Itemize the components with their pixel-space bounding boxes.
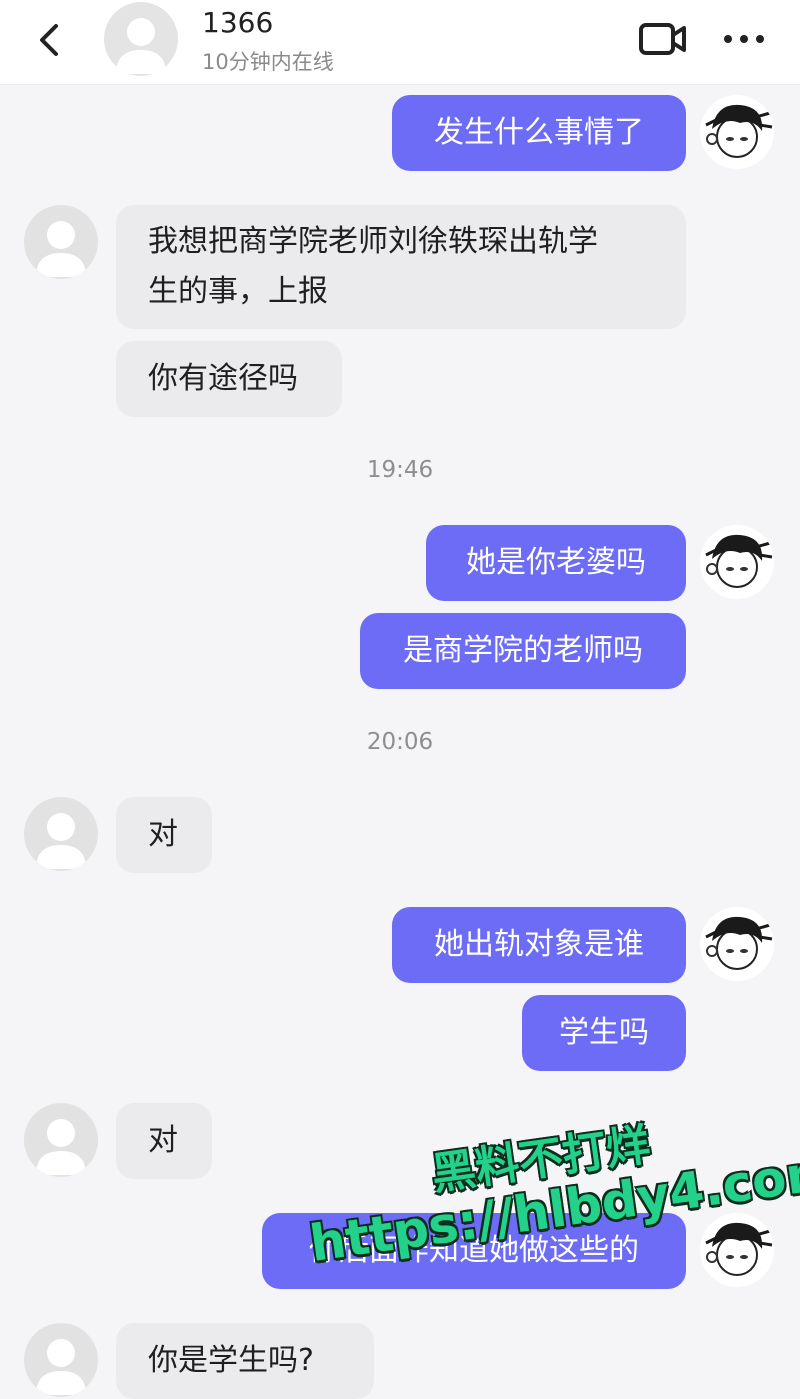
default-user-icon: [36, 813, 86, 869]
peer-avatar[interactable]: [24, 797, 98, 871]
cartoon-avatar-icon: [705, 1222, 773, 1276]
message-bubble-received[interactable]: 对: [116, 797, 212, 873]
video-call-icon: [639, 23, 686, 55]
message-bubble-received[interactable]: 你有途径吗: [116, 341, 342, 417]
message-bubble-received[interactable]: 对: [116, 1103, 212, 1179]
online-status: 10分钟内在线: [202, 50, 334, 74]
message-bubble-received[interactable]: 你是学生吗?: [116, 1323, 374, 1399]
chevron-left-icon: [40, 24, 58, 56]
contact-avatar[interactable]: [104, 2, 178, 76]
my-avatar[interactable]: [700, 907, 774, 981]
message-text-line: 生的事，上报: [148, 274, 328, 309]
more-button[interactable]: [720, 24, 768, 54]
message-list[interactable]: 发生什么事情了 我想把商学院老师刘徐轶琛出轨学 生的事，上报 你有途径吗 19:…: [0, 85, 800, 1399]
cartoon-avatar-icon: [705, 534, 773, 588]
back-button[interactable]: [34, 18, 70, 62]
message-bubble-received[interactable]: 我想把商学院老师刘徐轶琛出轨学 生的事，上报: [116, 205, 686, 329]
default-user-icon: [116, 18, 166, 74]
message-text-line: 我想把商学院老师刘徐轶琛出轨学: [148, 224, 598, 259]
my-avatar[interactable]: [700, 1213, 774, 1287]
default-user-icon: [36, 1339, 86, 1395]
cartoon-avatar-icon: [705, 916, 773, 970]
message-bubble-sent[interactable]: 她出轨对象是谁: [392, 907, 686, 983]
peer-avatar[interactable]: [24, 1323, 98, 1397]
contact-name: 1366: [202, 6, 274, 39]
my-avatar[interactable]: [700, 95, 774, 169]
message-bubble-sent[interactable]: 学生吗: [522, 995, 686, 1071]
message-bubble-sent[interactable]: 是商学院的老师吗: [360, 613, 686, 689]
more-horizontal-icon: [724, 35, 764, 43]
video-call-button[interactable]: [638, 20, 688, 60]
default-user-icon: [36, 221, 86, 277]
default-user-icon: [36, 1119, 86, 1175]
my-avatar[interactable]: [700, 525, 774, 599]
cartoon-avatar-icon: [705, 104, 773, 158]
peer-avatar[interactable]: [24, 1103, 98, 1177]
timestamp: 20:06: [366, 729, 434, 755]
message-bubble-sent[interactable]: 你后面咋知道她做这些的: [262, 1213, 686, 1289]
message-bubble-sent[interactable]: 发生什么事情了: [392, 95, 686, 171]
message-bubble-sent[interactable]: 她是你老婆吗: [426, 525, 686, 601]
chat-header: 1366 10分钟内在线: [0, 0, 800, 85]
peer-avatar[interactable]: [24, 205, 98, 279]
timestamp: 19:46: [366, 457, 434, 483]
